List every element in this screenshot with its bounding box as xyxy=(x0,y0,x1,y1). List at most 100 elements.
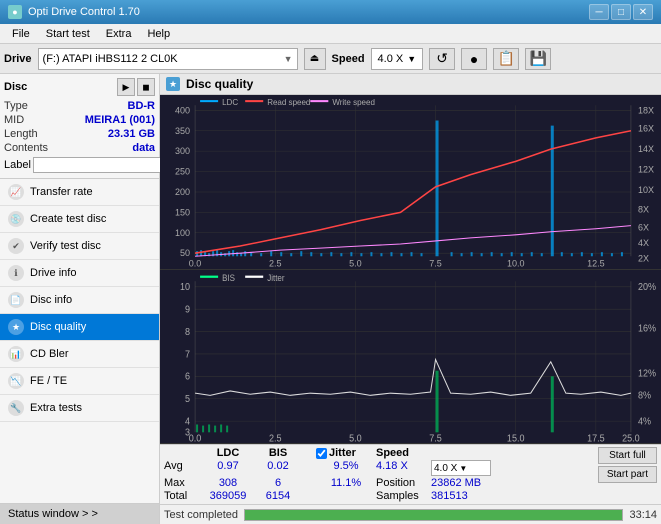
svg-text:10: 10 xyxy=(180,281,190,293)
svg-text:5.0: 5.0 xyxy=(349,432,362,443)
avg-speed: 4.18 X xyxy=(376,460,431,476)
svg-text:200: 200 xyxy=(175,187,190,197)
svg-text:8%: 8% xyxy=(638,390,651,402)
speed-label: Speed xyxy=(332,53,365,65)
jitter-checkbox-row: Jitter xyxy=(316,447,376,459)
svg-text:17.5: 17.5 xyxy=(587,432,605,443)
svg-text:2X: 2X xyxy=(638,253,649,263)
nav-item-create-test-disc[interactable]: 💿 Create test disc xyxy=(0,206,159,233)
svg-text:10X: 10X xyxy=(638,185,654,195)
chart2-svg: 10 9 8 7 6 5 4 3 20% 16% 12% 8% 4% 0.0 xyxy=(160,270,661,444)
svg-text:14X: 14X xyxy=(638,144,654,154)
svg-text:4%: 4% xyxy=(638,416,651,428)
speed-selector[interactable]: 4.0 X ▼ xyxy=(371,48,424,70)
svg-text:7.5: 7.5 xyxy=(429,432,442,443)
avg-bis: 0.02 xyxy=(254,460,302,476)
svg-text:20%: 20% xyxy=(638,281,657,293)
disc-row-length: Length 23.31 GB xyxy=(4,128,155,140)
svg-text:9: 9 xyxy=(185,304,190,316)
disc-row-type: Type BD-R xyxy=(4,100,155,112)
menu-file[interactable]: File xyxy=(4,26,38,42)
content-header-icon: ★ xyxy=(166,77,180,91)
col-speed-header: Speed xyxy=(376,447,431,459)
start-full-button[interactable]: Start full xyxy=(598,447,657,464)
menu-extra[interactable]: Extra xyxy=(98,26,140,42)
extra-tests-icon: 🔧 xyxy=(8,400,24,416)
chart1-svg: 400 350 300 250 200 150 100 50 18X 16X 1… xyxy=(160,95,661,269)
svg-text:5: 5 xyxy=(185,393,190,405)
nav-item-disc-info[interactable]: 📄 Disc info xyxy=(0,287,159,314)
drive-info-icon: ℹ xyxy=(8,265,24,281)
avg-jitter: 9.5% xyxy=(316,460,376,476)
content-title: Disc quality xyxy=(186,77,253,91)
col-bis-header: BIS xyxy=(254,447,302,459)
svg-text:12%: 12% xyxy=(638,367,657,379)
svg-text:Jitter: Jitter xyxy=(267,272,285,283)
start-part-button[interactable]: Start part xyxy=(598,466,657,483)
maximize-button[interactable]: □ xyxy=(611,4,631,20)
save-button[interactable]: 💾 xyxy=(525,48,551,70)
drive-selector[interactable]: (F:) ATAPI iHBS112 2 CL0K ▼ xyxy=(38,48,298,70)
svg-text:BIS: BIS xyxy=(222,272,235,283)
status-window-button[interactable]: Status window > > xyxy=(0,503,159,524)
nav-item-cd-bler[interactable]: 📊 CD Bler xyxy=(0,341,159,368)
disc-label-input[interactable] xyxy=(33,157,171,173)
charts-area: 400 350 300 250 200 150 100 50 18X 16X 1… xyxy=(160,95,661,444)
copy-button[interactable]: 📋 xyxy=(493,48,519,70)
svg-text:12.5: 12.5 xyxy=(587,258,605,268)
chart2-container: 10 9 8 7 6 5 4 3 20% 16% 12% 8% 4% 0.0 xyxy=(160,270,661,445)
menu-bar: File Start test Extra Help xyxy=(0,24,661,44)
disc-icon-btn-2[interactable]: ◼ xyxy=(137,78,155,96)
nav-item-transfer-rate[interactable]: 📈 Transfer rate xyxy=(0,179,159,206)
eject-button[interactable]: ⏏ xyxy=(304,48,326,70)
app-icon: ● xyxy=(8,5,22,19)
nav-item-drive-info[interactable]: ℹ Drive info xyxy=(0,260,159,287)
svg-text:8X: 8X xyxy=(638,204,649,214)
svg-text:300: 300 xyxy=(175,146,190,156)
nav-item-verify-test-disc[interactable]: ✔ Verify test disc xyxy=(0,233,159,260)
disc-row-contents: Contents data xyxy=(4,142,155,154)
nav-item-disc-quality[interactable]: ★ Disc quality xyxy=(0,314,159,341)
nav-item-fe-te[interactable]: 📉 FE / TE xyxy=(0,368,159,395)
minimize-button[interactable]: ─ xyxy=(589,4,609,20)
svg-text:4: 4 xyxy=(185,416,191,428)
svg-text:Write speed: Write speed xyxy=(332,98,375,107)
position-val: 23862 MB xyxy=(431,477,491,489)
disc-icon-btn-1[interactable]: ▶ xyxy=(117,78,135,96)
svg-text:350: 350 xyxy=(175,126,190,136)
svg-text:2.5: 2.5 xyxy=(269,432,282,443)
close-button[interactable]: ✕ xyxy=(633,4,653,20)
total-ldc: 369059 xyxy=(202,490,254,502)
jitter-checkbox[interactable] xyxy=(316,448,327,459)
cd-bler-icon: 📊 xyxy=(8,346,24,362)
svg-text:18X: 18X xyxy=(638,105,654,115)
stats-footer: LDC BIS Jitter Speed Avg 0.97 xyxy=(160,444,661,504)
disc-quality-icon: ★ xyxy=(8,319,24,335)
svg-text:7: 7 xyxy=(185,348,190,360)
max-ldc: 308 xyxy=(202,477,254,489)
svg-text:6X: 6X xyxy=(638,223,649,233)
avg-ldc: 0.97 xyxy=(202,460,254,476)
verify-test-disc-icon: ✔ xyxy=(8,238,24,254)
menu-help[interactable]: Help xyxy=(139,26,178,42)
total-label: Total xyxy=(164,490,202,502)
avg-label: Avg xyxy=(164,460,202,476)
svg-text:2.5: 2.5 xyxy=(269,258,282,268)
nav-items: 📈 Transfer rate 💿 Create test disc ✔ Ver… xyxy=(0,179,159,503)
disc-label-row: Label ✎ xyxy=(4,156,155,174)
create-test-disc-icon: 💿 xyxy=(8,211,24,227)
max-jitter: 11.1% xyxy=(316,477,376,489)
drive-label: Drive xyxy=(4,53,32,65)
svg-text:7.5: 7.5 xyxy=(429,258,442,268)
speed-sel-value: 4.0 X xyxy=(434,463,457,474)
fe-te-icon: 📉 xyxy=(8,373,24,389)
chart1-container: 400 350 300 250 200 150 100 50 18X 16X 1… xyxy=(160,95,661,270)
svg-text:4X: 4X xyxy=(638,238,649,248)
menu-start-test[interactable]: Start test xyxy=(38,26,98,42)
svg-text:16%: 16% xyxy=(638,323,657,335)
svg-text:100: 100 xyxy=(175,228,190,238)
svg-text:400: 400 xyxy=(175,105,190,115)
record-button[interactable]: ● xyxy=(461,48,487,70)
refresh-button[interactable]: ↺ xyxy=(429,48,455,70)
nav-item-extra-tests[interactable]: 🔧 Extra tests xyxy=(0,395,159,422)
